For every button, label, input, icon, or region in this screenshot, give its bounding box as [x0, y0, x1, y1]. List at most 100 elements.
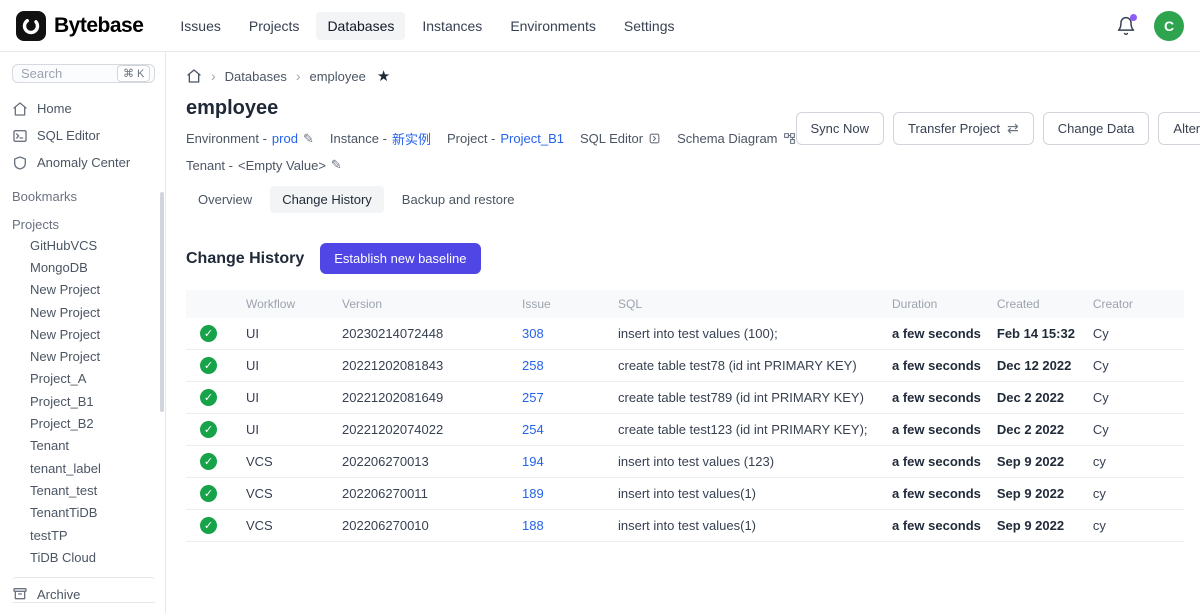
- cell-version: 202206270010: [334, 510, 514, 542]
- user-avatar[interactable]: C: [1154, 11, 1184, 41]
- sidebar-project-item[interactable]: New Project: [12, 279, 155, 301]
- sync-now-button[interactable]: Sync Now: [796, 112, 885, 145]
- sidebar-project-item[interactable]: Tenant_test: [12, 479, 155, 501]
- table-row[interactable]: ✓ UI 20221202081843 258 create table tes…: [186, 350, 1184, 382]
- sidebar-item-label: Archive: [37, 587, 80, 602]
- environment-link[interactable]: prod: [272, 131, 298, 146]
- change-data-button[interactable]: Change Data: [1043, 112, 1150, 145]
- nav-item-databases[interactable]: Databases: [316, 12, 405, 40]
- project-name: tenant_label: [30, 461, 101, 476]
- detail-tabs: Overview Change History Backup and resto…: [186, 186, 1184, 213]
- database-meta-row: Environment - prod ✎ Instance - 新实例 Proj…: [186, 129, 796, 148]
- issue-link[interactable]: 258: [522, 358, 544, 373]
- edit-environment-icon[interactable]: ✎: [303, 131, 314, 147]
- sidebar-project-item[interactable]: New Project: [12, 345, 155, 367]
- sidebar-project-item[interactable]: testTP: [12, 524, 155, 546]
- project-name: Project_B2: [30, 416, 94, 431]
- schema-diagram-link[interactable]: Schema Diagram: [677, 131, 795, 146]
- issue-link[interactable]: 194: [522, 454, 544, 469]
- search-input[interactable]: [21, 66, 111, 81]
- issue-link[interactable]: 254: [522, 422, 544, 437]
- sidebar-project-item[interactable]: New Project: [12, 323, 155, 345]
- cell-workflow: UI: [238, 350, 334, 382]
- nav-item-issues[interactable]: Issues: [169, 12, 231, 40]
- nav-item-environments[interactable]: Environments: [499, 12, 607, 40]
- nav-item-instances[interactable]: Instances: [411, 12, 493, 40]
- issue-link[interactable]: 188: [522, 518, 544, 533]
- transfer-project-button[interactable]: Transfer Project⇄: [893, 112, 1034, 145]
- cell-workflow: UI: [238, 318, 334, 350]
- sidebar-project-item[interactable]: TenantTiDB: [12, 502, 155, 524]
- cell-version: 20221202081649: [334, 382, 514, 414]
- bytebase-logo[interactable]: Bytebase: [16, 11, 143, 41]
- success-check-icon: ✓: [200, 389, 217, 406]
- cell-workflow: VCS: [238, 446, 334, 478]
- enterprise-plan-link[interactable]: Enterprise Plan: [12, 602, 155, 613]
- sidebar-project-item[interactable]: MongoDB: [12, 256, 155, 278]
- cell-duration: a few seconds: [884, 446, 989, 478]
- tab-backup-restore[interactable]: Backup and restore: [390, 186, 527, 213]
- sidebar-project-item[interactable]: GitHubVCS: [12, 234, 155, 256]
- breadcrumb-databases[interactable]: Databases: [225, 69, 287, 84]
- breadcrumb-employee[interactable]: employee: [310, 69, 366, 84]
- sidebar-project-item[interactable]: New Project: [12, 301, 155, 323]
- table-row[interactable]: ✓ VCS 202206270013 194 insert into test …: [186, 446, 1184, 478]
- notification-dot: [1130, 14, 1137, 21]
- col-duration: Duration: [884, 290, 989, 318]
- sidebar-item-label: Anomaly Center: [37, 155, 130, 170]
- bookmark-star-icon[interactable]: ★: [377, 67, 390, 85]
- alter-schema-button[interactable]: Alter Schema: [1158, 112, 1200, 145]
- sidebar-project-item[interactable]: Project_B2: [12, 412, 155, 434]
- sidebar-item-home[interactable]: Home: [12, 95, 155, 122]
- project-name: Project_A: [30, 371, 86, 386]
- tab-overview[interactable]: Overview: [186, 186, 264, 213]
- cell-sql: insert into test values(1): [610, 478, 884, 510]
- sidebar-project-item[interactable]: Project_A: [12, 368, 155, 390]
- edit-tenant-icon[interactable]: ✎: [331, 157, 342, 173]
- notifications-bell-icon[interactable]: [1116, 16, 1136, 36]
- project-name: New Project: [30, 305, 100, 320]
- top-navbar: Bytebase Issues Projects Databases Insta…: [0, 0, 1200, 52]
- sidebar-scrollbar[interactable]: [160, 192, 164, 412]
- establish-baseline-button[interactable]: Establish new baseline: [320, 243, 480, 274]
- table-row[interactable]: ✓ VCS 202206270011 189 insert into test …: [186, 478, 1184, 510]
- nav-item-settings[interactable]: Settings: [613, 12, 686, 40]
- table-row[interactable]: ✓ UI 20221202074022 254 create table tes…: [186, 414, 1184, 446]
- sidebar-item-archive[interactable]: Archive: [12, 577, 155, 602]
- issue-link[interactable]: 257: [522, 390, 544, 405]
- sidebar-project-item[interactable]: TiDB Cloud: [12, 546, 155, 568]
- cell-creator: Cy: [1085, 414, 1184, 446]
- sidebar-project-item[interactable]: Tenant: [12, 435, 155, 457]
- sidebar-project-item[interactable]: Project_B1: [12, 390, 155, 412]
- table-row[interactable]: ✓ VCS 202206270010 188 insert into test …: [186, 510, 1184, 542]
- sidebar-item-sql-editor[interactable]: SQL Editor: [12, 122, 155, 149]
- col-creator: Creator: [1085, 290, 1184, 318]
- issue-link[interactable]: 189: [522, 486, 544, 501]
- cell-creator: Cy: [1085, 382, 1184, 414]
- cell-version: 202206270013: [334, 446, 514, 478]
- cell-created: Dec 12 2022: [989, 350, 1085, 382]
- issue-link[interactable]: 308: [522, 326, 544, 341]
- table-row[interactable]: ✓ UI 20230214072448 308 insert into test…: [186, 318, 1184, 350]
- table-row[interactable]: ✓ UI 20221202081649 257 create table tes…: [186, 382, 1184, 414]
- brand-name: Bytebase: [54, 14, 143, 38]
- archive-icon: [12, 586, 28, 602]
- tab-change-history[interactable]: Change History: [270, 186, 384, 213]
- project-name: New Project: [30, 327, 100, 342]
- cell-duration: a few seconds: [884, 510, 989, 542]
- search-box[interactable]: ⌘ K: [12, 64, 155, 83]
- cell-creator: Cy: [1085, 350, 1184, 382]
- cell-created: Dec 2 2022: [989, 382, 1085, 414]
- search-shortcut: ⌘ K: [117, 65, 150, 82]
- sidebar-project-item[interactable]: tenant_label: [12, 457, 155, 479]
- shield-icon: [12, 155, 28, 171]
- breadcrumb: › Databases › employee ★: [186, 66, 1184, 86]
- sql-editor-label: SQL Editor: [580, 131, 643, 146]
- instance-link[interactable]: 新实例: [392, 129, 431, 148]
- sql-editor-link[interactable]: SQL Editor: [580, 131, 661, 146]
- project-link[interactable]: Project_B1: [500, 131, 564, 146]
- breadcrumb-home-icon[interactable]: [186, 68, 202, 84]
- tenant-meta-row: Tenant - <Empty Value> ✎: [186, 157, 796, 173]
- sidebar-item-anomaly-center[interactable]: Anomaly Center: [12, 149, 155, 176]
- nav-item-projects[interactable]: Projects: [238, 12, 311, 40]
